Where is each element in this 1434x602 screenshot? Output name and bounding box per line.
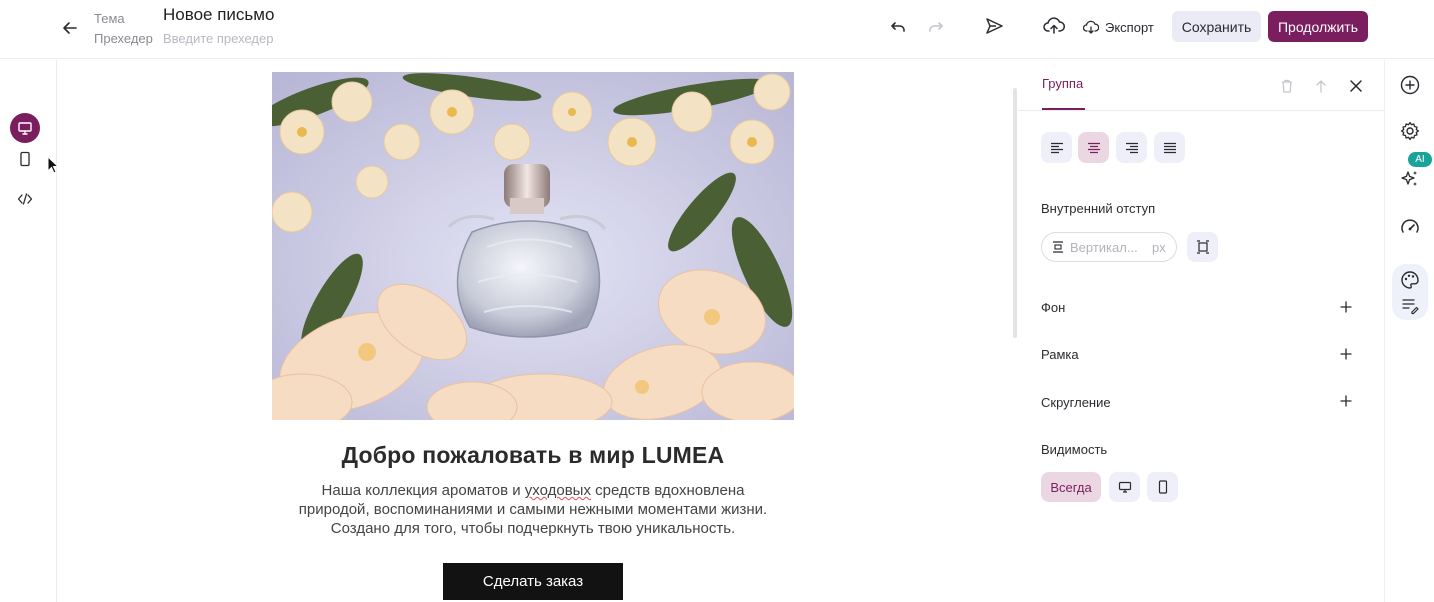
arrow-left-icon [63,22,77,34]
email-canvas[interactable]: Добро пожаловать в мир LUMEA Наша коллек… [57,60,1013,602]
speedometer-icon [1401,219,1419,233]
add-border-button[interactable] [1336,344,1356,364]
settings-button[interactable] [1395,116,1425,146]
desktop-view-button[interactable] [10,113,40,143]
radius-label: Скругление [1041,395,1111,410]
undo-icon [891,22,905,32]
meta-values: Новое письмо Введите прехедер [163,4,274,49]
mobile-icon [1158,480,1167,494]
visibility-label: Видимость [1041,442,1108,457]
settings-panel: Группа Внутренний отступ Вертикал... px … [1018,60,1384,602]
align-left-icon [1050,142,1063,153]
export-button[interactable]: Экспорт [1083,13,1154,41]
list-edit-icon [1402,299,1419,315]
email-body-text[interactable]: Наша коллекция ароматов и уходовых средс… [272,481,794,538]
visibility-desktop-button[interactable] [1109,472,1140,502]
plus-icon [1340,301,1352,313]
plus-icon [1340,395,1352,407]
undo-button[interactable] [884,13,912,41]
body-line1-start: Наша коллекция ароматов и [321,482,525,499]
close-icon [1350,80,1362,92]
send-icon [986,18,1003,34]
padding-sides-icon [1196,240,1209,254]
align-justify-button[interactable] [1154,132,1185,163]
send-test-button[interactable] [980,12,1008,40]
tab-group[interactable]: Группа [1042,76,1083,91]
meta-labels: Тема Прехедер [94,9,153,49]
upload-button[interactable] [1040,12,1068,40]
gear-icon [1400,121,1420,141]
align-center-icon [1087,142,1100,153]
add-radius-button[interactable] [1336,391,1356,411]
panel-tab-bar: Группа [1018,60,1384,111]
align-left-button[interactable] [1041,132,1072,163]
top-bar: Тема Прехедер Новое письмо Введите прехе… [0,0,1434,59]
body-line3: Создано для того, чтобы подчеркнуть твою… [330,520,736,537]
view-mode-rail [0,60,57,602]
code-view-button[interactable] [10,184,40,214]
select-parent-button[interactable] [1307,72,1335,100]
code-icon [17,193,33,205]
add-block-button[interactable] [1395,70,1425,100]
order-cta-button[interactable]: Сделать заказ [443,563,623,600]
vertical-padding-input[interactable]: Вертикал... px [1041,232,1177,262]
mobile-icon [20,151,30,167]
spellcheck-word: уходовых [524,482,591,499]
back-button[interactable] [56,14,84,42]
close-panel-button[interactable] [1342,72,1370,100]
redo-icon [929,22,943,32]
export-label: Экспорт [1105,19,1154,35]
padding-per-side-button[interactable] [1187,232,1218,262]
align-right-icon [1125,142,1138,153]
visibility-always-button[interactable]: Всегда [1041,472,1101,502]
hero-image[interactable] [272,72,794,420]
padding-placeholder: Вертикал... [1070,239,1138,255]
tab-active-indicator [1042,108,1085,110]
visibility-mobile-button[interactable] [1147,472,1178,502]
continue-button[interactable]: Продолжить [1268,11,1368,42]
cloud-download-icon [1083,20,1099,34]
background-label: Фон [1041,300,1066,315]
preheader-input[interactable]: Введите прехедер [163,29,274,49]
ai-assistant-button[interactable] [1395,164,1425,194]
body-line2: природой, воспоминаниями и самыми нежным… [298,501,768,518]
border-label: Рамка [1041,347,1079,362]
perfume-flowers-image [272,72,794,420]
mobile-view-button[interactable] [10,144,40,174]
plus-icon [1340,348,1352,360]
performance-button[interactable] [1395,212,1425,242]
arrow-up-icon [1316,80,1326,93]
canvas-scrollbar[interactable] [1013,88,1017,338]
email-preview[interactable]: Добро пожаловать в мир LUMEA Наша коллек… [272,72,794,600]
padding-unit: px [1152,239,1166,255]
preheader-label: Прехедер [94,31,153,46]
add-background-button[interactable] [1336,297,1356,317]
align-right-button[interactable] [1116,132,1147,163]
email-subject[interactable]: Новое письмо [163,4,274,28]
theme-label: Тема [94,11,125,26]
email-heading[interactable]: Добро пожаловать в мир LUMEA [272,442,794,469]
trash-icon [1282,79,1292,93]
text-styles-button[interactable] [1395,291,1425,321]
plus-circle-icon [1400,75,1420,95]
body-line1-end: средств вдохновлена [590,482,745,499]
palette-icon [1401,271,1419,289]
align-justify-icon [1163,142,1176,153]
tools-rail: AI [1384,60,1434,602]
delete-button[interactable] [1273,72,1301,100]
vertical-padding-icon [1053,241,1063,253]
redo-button[interactable] [922,13,950,41]
align-center-button[interactable] [1078,132,1109,163]
sparkles-icon [1401,171,1417,186]
save-button[interactable]: Сохранить [1172,11,1261,42]
desktop-icon [1118,481,1131,493]
cloud-upload-icon [1043,17,1065,34]
desktop-icon [18,122,32,135]
padding-label: Внутренний отступ [1041,201,1156,216]
